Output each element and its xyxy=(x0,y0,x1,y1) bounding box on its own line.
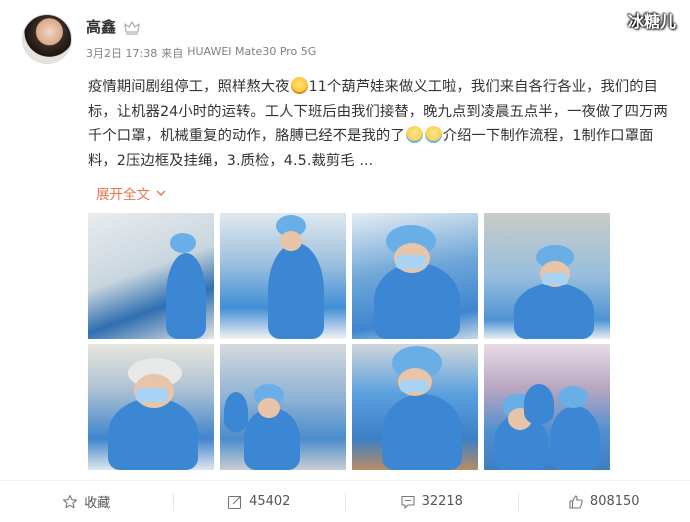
repost-button[interactable]: 45402 xyxy=(172,481,346,522)
like-button[interactable]: 808150 xyxy=(517,481,690,522)
post-text-part1: 疫情期间剧组停工，照样熬大夜 xyxy=(88,79,290,95)
name-row: 高鑫 xyxy=(86,16,316,37)
thumbs-up-icon xyxy=(569,494,583,509)
post-time-row: 3月2日 17:38 来自 HUAWEI Mate30 Pro 5G xyxy=(86,45,316,61)
post-header: 高鑫 3月2日 17:38 来自 HUAWEI Mate30 Pro 5G xyxy=(22,14,316,64)
action-bar: 收藏 45402 32218 808150 xyxy=(0,481,690,522)
post-text: 疫情期间剧组停工，照样熬大夜 11个葫芦娃来做义工啦，我们来自各行各业，我们的目标… xyxy=(88,75,668,173)
star-icon xyxy=(63,494,78,508)
expand-full-text-link[interactable]: 展开全文 xyxy=(96,183,166,203)
crying-emoji-icon xyxy=(424,126,442,143)
gallery-photo[interactable] xyxy=(352,344,478,470)
photo-gallery xyxy=(88,213,610,470)
gallery-photo[interactable] xyxy=(484,344,610,470)
crown-icon[interactable] xyxy=(124,20,140,35)
comment-icon xyxy=(401,495,415,509)
comment-button[interactable]: 32218 xyxy=(345,481,518,522)
crying-emoji-icon xyxy=(405,126,423,143)
username[interactable]: 高鑫 xyxy=(86,16,116,37)
post-time[interactable]: 3月2日 17:38 xyxy=(86,45,157,61)
favorite-button[interactable]: 收藏 xyxy=(0,481,173,522)
happy-emoji-icon xyxy=(290,77,308,94)
gallery-photo[interactable] xyxy=(220,213,346,339)
gallery-photo[interactable] xyxy=(88,344,214,470)
chevron-down-icon xyxy=(156,190,166,196)
repost-count: 45402 xyxy=(249,494,291,509)
source-prefix: 来自 xyxy=(161,47,184,60)
expand-label: 展开全文 xyxy=(96,187,150,203)
favorite-label: 收藏 xyxy=(84,496,111,511)
gallery-photo[interactable] xyxy=(220,344,346,470)
repost-icon xyxy=(228,495,242,509)
post-meta: 高鑫 3月2日 17:38 来自 HUAWEI Mate30 Pro 5G xyxy=(86,16,316,64)
gallery-photo[interactable] xyxy=(352,213,478,339)
gallery-photo[interactable] xyxy=(484,213,610,339)
watermark: 冰糖儿 xyxy=(627,12,676,31)
gallery-photo[interactable] xyxy=(88,213,214,339)
source-device: HUAWEI Mate30 Pro 5G xyxy=(187,45,317,58)
comment-count: 32218 xyxy=(421,494,463,509)
avatar[interactable] xyxy=(22,14,72,64)
like-count: 808150 xyxy=(589,494,640,509)
